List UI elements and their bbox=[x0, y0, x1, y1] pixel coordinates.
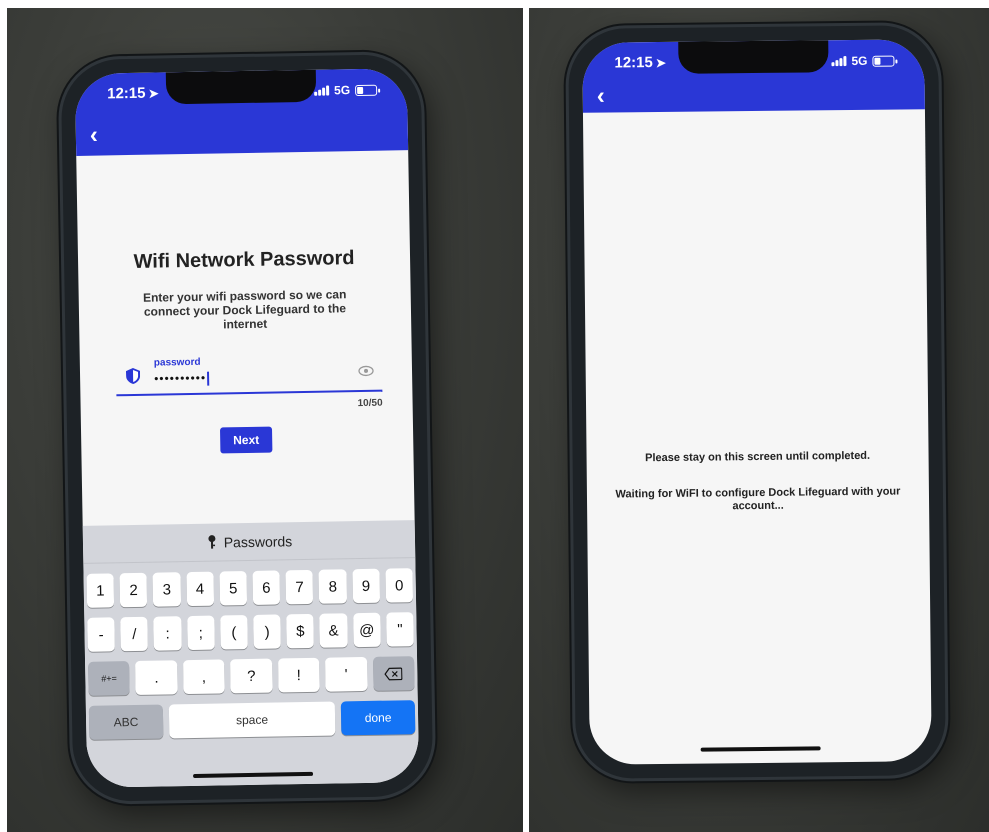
battery-icon bbox=[355, 84, 378, 96]
notch bbox=[165, 69, 317, 105]
keyboard-row-symbols: - / : ; ( ) $ & @ " bbox=[84, 612, 417, 652]
more-symbols-key[interactable]: #+= bbox=[88, 661, 131, 696]
keyboard-row-numbers: 1 2 3 4 5 6 7 8 9 0 bbox=[84, 568, 417, 608]
key[interactable]: 4 bbox=[186, 571, 214, 607]
password-field[interactable]: password •••••••••• bbox=[115, 353, 383, 397]
text-caret bbox=[207, 371, 209, 386]
key[interactable]: ( bbox=[220, 615, 248, 650]
key[interactable]: 1 bbox=[86, 573, 115, 608]
notch bbox=[678, 40, 829, 74]
shield-icon bbox=[125, 367, 141, 384]
key[interactable]: @ bbox=[352, 612, 381, 648]
waiting-screen: 12:15 ➤ 5G ‹ Please stay on this screen u… bbox=[582, 39, 932, 765]
key[interactable]: 0 bbox=[385, 568, 414, 603]
done-key[interactable]: done bbox=[340, 700, 416, 736]
key[interactable]: 3 bbox=[152, 572, 181, 607]
abc-key[interactable]: ABC bbox=[88, 704, 164, 740]
keyboard: Passwords 1 2 3 4 5 6 7 8 9 0 - /: ; (… bbox=[82, 520, 420, 788]
key[interactable]: 5 bbox=[219, 571, 248, 606]
right-photo: 12:15 ➤ 5G ‹ Please stay on this screen u… bbox=[529, 8, 989, 832]
key[interactable]: 9 bbox=[352, 568, 380, 604]
key[interactable]: & bbox=[319, 613, 348, 648]
key[interactable]: 8 bbox=[318, 569, 347, 604]
network-label: 5G bbox=[851, 53, 868, 68]
key[interactable]: / bbox=[120, 616, 149, 652]
eye-icon[interactable] bbox=[358, 363, 374, 379]
keyboard-row-bottom: ABC space done bbox=[86, 700, 419, 740]
home-indicator bbox=[193, 771, 314, 778]
key[interactable]: : bbox=[153, 616, 182, 651]
back-button[interactable]: ‹ bbox=[90, 122, 98, 149]
waiting-message: Waiting for WiFI to configure Dock Lifeg… bbox=[615, 485, 901, 513]
key[interactable]: ! bbox=[277, 657, 320, 693]
key[interactable]: ; bbox=[186, 615, 215, 651]
status-time: 12:15 ➤ bbox=[106, 84, 159, 103]
key[interactable]: ? bbox=[230, 658, 273, 694]
key[interactable]: ) bbox=[253, 614, 282, 649]
character-counter: 10/50 bbox=[357, 397, 383, 410]
key[interactable]: " bbox=[386, 612, 414, 647]
phone-left: 12:15 ➤ 5G ‹ Wifi Network Password Enter … bbox=[57, 50, 437, 806]
key-icon bbox=[208, 535, 216, 549]
space-key[interactable]: space bbox=[168, 701, 336, 739]
stay-message: Please stay on this screen until complet… bbox=[645, 449, 871, 465]
key[interactable]: 2 bbox=[119, 572, 148, 608]
password-screen: 12:15 ➤ 5G ‹ Wifi Network Password Enter … bbox=[74, 68, 420, 788]
key[interactable]: 6 bbox=[252, 570, 281, 605]
password-input[interactable]: •••••••••• bbox=[154, 371, 209, 387]
key[interactable]: , bbox=[182, 659, 225, 695]
key[interactable]: 7 bbox=[285, 569, 314, 605]
home-indicator bbox=[700, 746, 821, 752]
next-button[interactable]: Next bbox=[219, 426, 273, 454]
key[interactable]: $ bbox=[286, 613, 315, 649]
key[interactable]: ' bbox=[325, 656, 368, 692]
field-label: password bbox=[153, 356, 201, 369]
status-icons: 5G bbox=[314, 83, 378, 98]
left-photo: 12:15 ➤ 5G ‹ Wifi Network Password Enter … bbox=[7, 8, 523, 832]
passwords-suggestion[interactable]: Passwords bbox=[82, 520, 416, 564]
key[interactable]: . bbox=[135, 660, 178, 695]
status-time: 12:15 ➤ bbox=[614, 54, 666, 72]
backspace-icon bbox=[384, 667, 403, 680]
network-label: 5G bbox=[333, 83, 351, 98]
delete-key[interactable] bbox=[372, 656, 415, 691]
signal-icon bbox=[314, 85, 330, 96]
signal-icon bbox=[831, 56, 847, 67]
location-arrow-icon: ➤ bbox=[655, 55, 666, 71]
key[interactable]: - bbox=[87, 617, 116, 652]
back-button[interactable]: ‹ bbox=[597, 83, 605, 110]
page-subtitle: Enter your wifi password so we can conne… bbox=[142, 287, 347, 332]
page-title: Wifi Network Password bbox=[133, 247, 355, 273]
location-arrow-icon: ➤ bbox=[148, 86, 159, 101]
status-icons: 5G bbox=[831, 53, 895, 69]
keyboard-row-punct: #+= . , ? ! ' bbox=[85, 656, 418, 696]
battery-icon bbox=[872, 55, 895, 67]
phone-right: 12:15 ➤ 5G ‹ Please stay on this screen u… bbox=[565, 22, 949, 782]
